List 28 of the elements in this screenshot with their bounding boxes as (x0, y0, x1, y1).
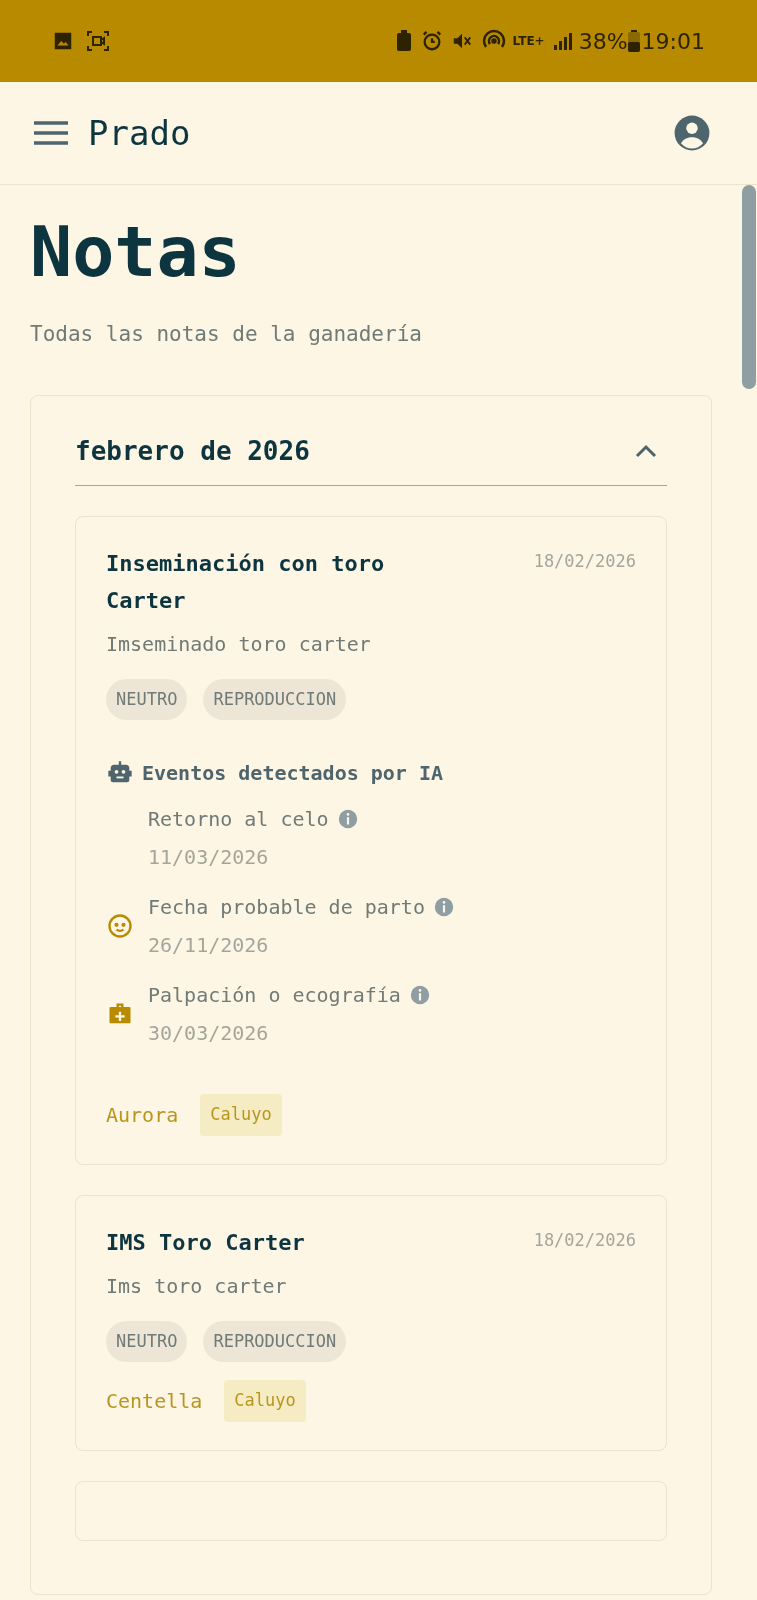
tag-chip: REPRODUCCION (203, 1320, 347, 1362)
page-subtitle: Todas las notas de la ganadería (30, 321, 423, 348)
event-label: Palpación o ecografía (148, 982, 401, 1009)
note-date: 18/02/2026 (533, 549, 636, 573)
note-title: IMS Toro Carter (106, 1228, 305, 1257)
app-title: Prado (88, 111, 191, 155)
event-date: 11/03/2026 (148, 844, 270, 871)
event-date: 30/03/2026 (148, 1020, 270, 1047)
battery-percent: 38% (578, 27, 628, 56)
note-title: Inseminación con toro Carter (106, 549, 386, 615)
tag-chip: NEUTRO (106, 678, 188, 720)
note-body: Ims toro carter (106, 1272, 288, 1300)
event-label: Fecha probable de parto (148, 894, 425, 921)
month-header[interactable]: febrero de 2026 (75, 431, 667, 486)
network-type: LTE+ (512, 35, 545, 47)
note-body: Imseminado toro carter (106, 630, 372, 658)
group-chip: Caluyo (224, 1380, 306, 1422)
tag-chip: REPRODUCCION (203, 678, 347, 720)
note-card[interactable]: IMS Toro Carter 18/02/2026 Ims toro carter NEUTRO REPRODUCCION Centella Caluyo (75, 1194, 667, 1451)
event-label: Retorno al celo (148, 806, 329, 833)
group-chip: Caluyo (200, 1094, 282, 1136)
note-date: 18/02/2026 (533, 1228, 636, 1252)
event-date: 26/11/2026 (148, 932, 270, 959)
ai-events-heading: Eventos detectados por IA (142, 760, 444, 787)
month-title: febrero de 2026 (75, 434, 310, 468)
clock: 19:01 (641, 27, 705, 56)
tag-chip: NEUTRO (106, 1320, 188, 1362)
page-title: Notas (30, 210, 242, 295)
